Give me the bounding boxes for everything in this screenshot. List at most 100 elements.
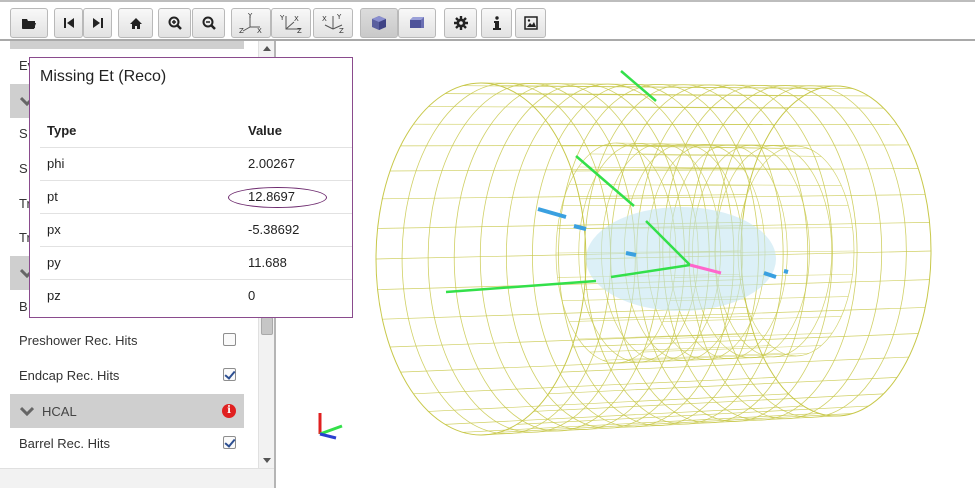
- sidebar-item-label: Tr: [19, 229, 31, 245]
- row-type: px: [40, 212, 248, 246]
- event-3d-viewport[interactable]: [276, 41, 975, 488]
- info-icon: [492, 16, 501, 30]
- zoom-in-button[interactable]: [158, 8, 191, 38]
- row-type: py: [40, 245, 248, 279]
- sidebar-item-label: Preshower Rec. Hits: [19, 332, 138, 348]
- sidebar-item-label: S: [19, 160, 28, 176]
- sidebar-item-label: S: [19, 125, 28, 141]
- sidebar-item-label: Endcap Rec. Hits: [19, 367, 120, 383]
- column-header-type: Type: [47, 122, 77, 138]
- missing-et-popup[interactable]: Missing Et (Reco) Type Value phi 2.00267 …: [29, 57, 353, 318]
- sidebar-category-hcal[interactable]: HCAL i: [10, 394, 244, 428]
- svg-text:Z: Z: [239, 27, 244, 34]
- popup-title: Missing Et (Reco): [40, 68, 167, 85]
- info-button[interactable]: [481, 8, 512, 38]
- axes-3d-icon: X Y Z: [322, 13, 344, 34]
- calorimeter-hit: [783, 269, 789, 274]
- detector-longitudinal-line: [571, 333, 919, 348]
- zoom-in-icon: [168, 16, 182, 30]
- preshower-rec-hits-checkbox[interactable]: [223, 333, 236, 346]
- chevron-down-icon: [20, 406, 34, 416]
- sidebar-category-label: HCAL: [42, 403, 77, 419]
- detector-longitudinal-line: [533, 393, 884, 412]
- home-icon: [129, 17, 142, 29]
- sidebar-item-endcap-rec-hits[interactable]: Endcap Rec. Hits: [10, 358, 244, 392]
- view-3d-button[interactable]: X Y Z: [313, 8, 353, 38]
- gear-icon: [453, 16, 468, 30]
- svg-text:Y: Y: [247, 12, 253, 20]
- next-event-button[interactable]: [83, 8, 112, 38]
- inner-detector-line: [589, 345, 771, 353]
- settings-button[interactable]: [444, 8, 477, 38]
- sidebar-item-preshower-rec-hits[interactable]: Preshower Rec. Hits: [10, 323, 244, 357]
- sidebar-item-label: Barrel Rec. Hits: [19, 435, 111, 451]
- detector-longitudinal-line: [480, 82, 837, 87]
- missing-et-table: Type Value phi 2.00267 pt 12.8697 px -5.386…: [40, 114, 352, 312]
- step-backward-icon: [63, 18, 74, 28]
- row-type: pt: [40, 179, 248, 213]
- orthographic-button[interactable]: [398, 8, 436, 38]
- highlight-ellipse: [228, 187, 327, 208]
- event-display-app: Y Z X Y X Z X Y Z Ev S S Tr Tr B Preshow…: [0, 0, 975, 490]
- row-type: pz: [40, 278, 248, 312]
- table-row: phi 2.00267: [40, 146, 352, 180]
- axis-y-line: [319, 424, 343, 436]
- svg-text:Z: Z: [339, 27, 344, 34]
- column-header-value: Value: [248, 122, 282, 138]
- inner-detector-line: [662, 316, 842, 322]
- zoom-out-icon: [202, 16, 216, 30]
- svg-text:Y: Y: [279, 14, 285, 22]
- endcap-rec-hits-checkbox[interactable]: [223, 368, 236, 381]
- sidebar-item-label: B: [19, 298, 28, 314]
- perspective-button[interactable]: [360, 8, 398, 38]
- orthographic-cube-icon: [410, 17, 424, 28]
- scroll-up-icon[interactable]: [263, 46, 271, 51]
- tracker-volume: [586, 207, 776, 311]
- barrel-rec-hits-checkbox[interactable]: [223, 436, 236, 449]
- axes-xy-icon: Y Z X: [239, 12, 262, 34]
- detector-geometry-scene[interactable]: [276, 41, 975, 488]
- table-row: pz 0: [40, 278, 352, 312]
- toolbar: Y Z X Y X Z X Y Z: [0, 0, 975, 41]
- export-image-button[interactable]: [515, 8, 546, 38]
- inner-detector-line: [602, 145, 784, 149]
- svg-text:X: X: [257, 27, 262, 34]
- row-value: -5.38692: [248, 212, 352, 246]
- inner-detector-line: [578, 332, 760, 340]
- sidebar-item-label: Tr: [19, 195, 31, 211]
- detector-longitudinal-line: [579, 307, 926, 320]
- axis-z-line: [319, 432, 337, 440]
- table-row: py 11.688: [40, 245, 352, 279]
- detector-longitudinal-line: [428, 393, 789, 412]
- view-xy-button[interactable]: Y Z X: [231, 8, 271, 38]
- step-forward-icon: [92, 18, 103, 28]
- table-row: px -5.38692: [40, 212, 352, 246]
- detector-longitudinal-line: [445, 405, 804, 425]
- row-type: phi: [40, 146, 248, 180]
- reconstructed-track: [620, 70, 657, 102]
- sidebar-horizontal-scrollbar[interactable]: [0, 468, 274, 488]
- row-value: 0: [248, 278, 352, 312]
- svg-text:Z: Z: [297, 27, 302, 34]
- row-value: 11.688: [248, 245, 352, 279]
- svg-text:X: X: [294, 15, 299, 23]
- axes-rz-icon: Y X Z: [279, 14, 302, 34]
- scroll-down-icon[interactable]: [263, 458, 271, 463]
- home-button[interactable]: [118, 8, 153, 38]
- folder-open-icon: [22, 19, 36, 29]
- perspective-cube-icon: [372, 16, 386, 30]
- row-value: 2.00267: [248, 146, 352, 180]
- sidebar-item-barrel-rec-hits[interactable]: Barrel Rec. Hits: [10, 426, 244, 460]
- scroll-thumb[interactable]: [261, 317, 273, 335]
- svg-text:X: X: [322, 15, 327, 23]
- view-rz-button[interactable]: Y X Z: [271, 8, 311, 38]
- previous-event-button[interactable]: [54, 8, 83, 38]
- zoom-out-button[interactable]: [192, 8, 225, 38]
- outer-cylinder-front-ring: [375, 82, 587, 436]
- svg-text:Y: Y: [336, 13, 342, 21]
- info-badge-icon[interactable]: i: [222, 404, 236, 418]
- open-file-button[interactable]: [10, 8, 48, 38]
- detector-longitudinal-line: [445, 93, 804, 97]
- image-icon: [523, 16, 538, 30]
- reconstructed-track: [445, 279, 597, 294]
